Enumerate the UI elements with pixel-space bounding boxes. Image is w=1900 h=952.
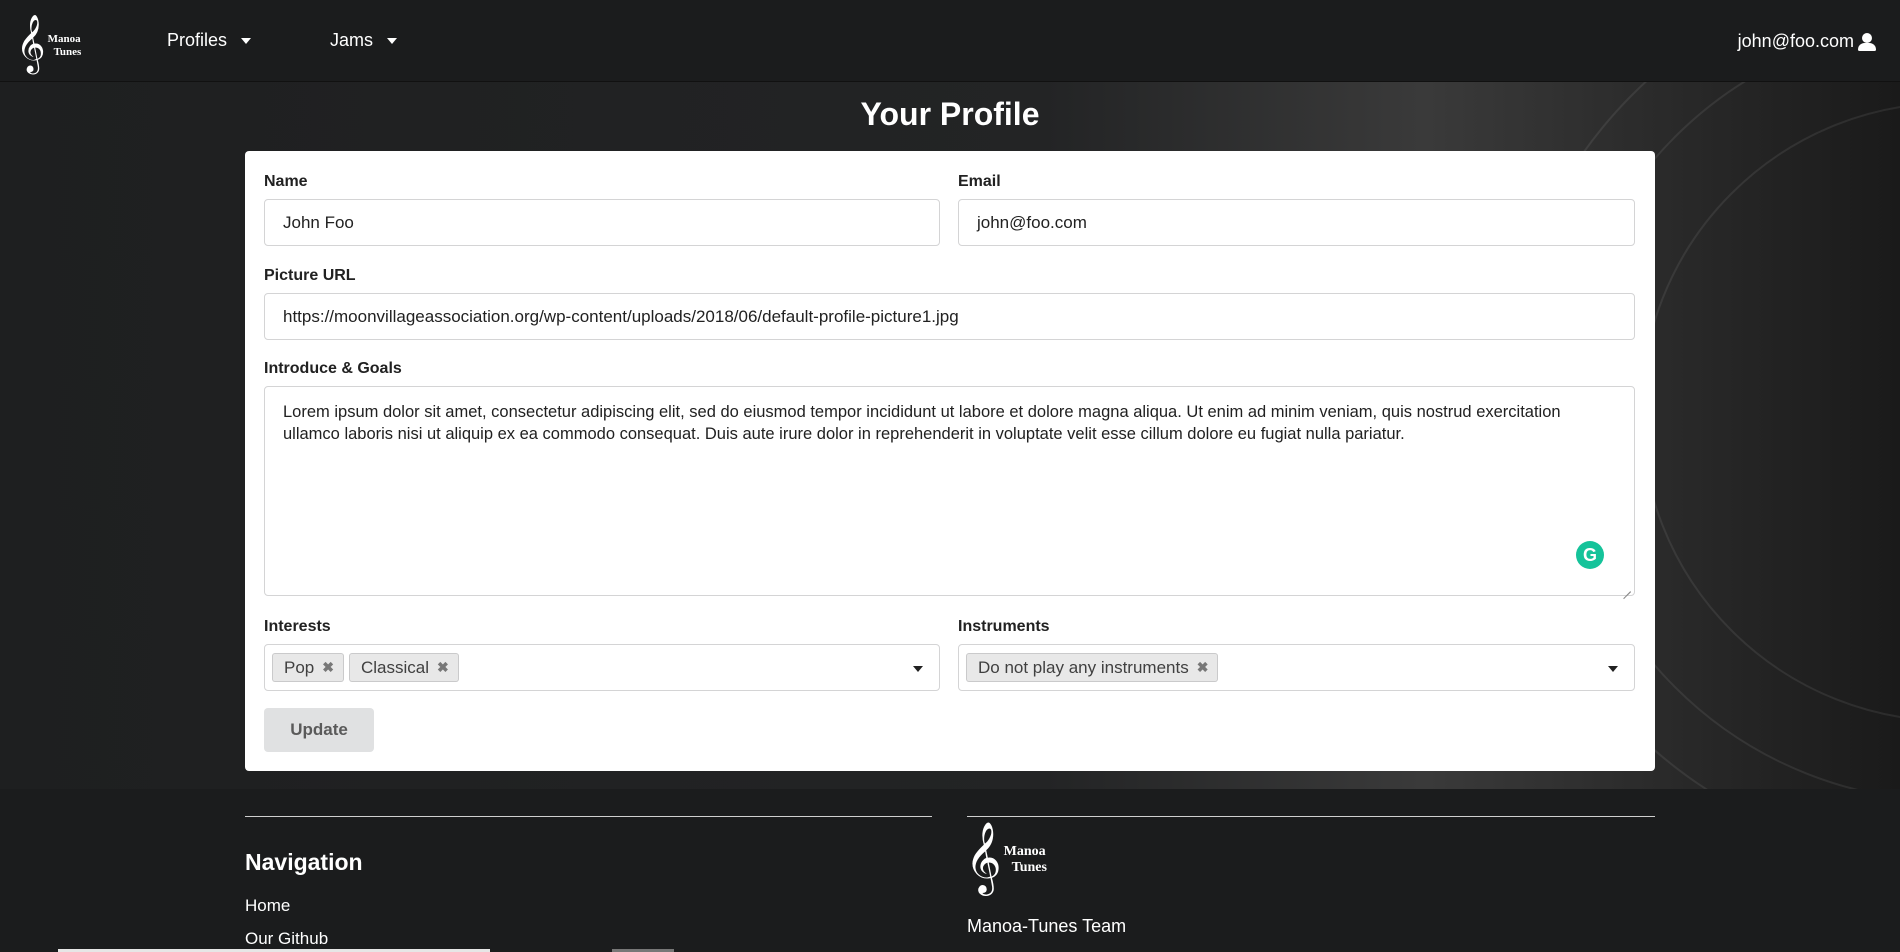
resize-handle-icon[interactable] bbox=[1622, 583, 1632, 593]
email-input[interactable]: john@foo.com bbox=[958, 199, 1635, 246]
interest-chip-pop[interactable]: Pop ✖ bbox=[272, 653, 344, 682]
picture-url-input[interactable]: https://moonvillageassociation.org/wp-co… bbox=[264, 293, 1635, 340]
profile-form-card: Name John Foo Email john@foo.com Picture… bbox=[245, 151, 1655, 771]
caret-down-icon[interactable] bbox=[913, 666, 923, 672]
caret-down-icon bbox=[241, 37, 252, 44]
instruments-label: Instruments bbox=[958, 618, 1050, 635]
footer-logo-text: Manoa Tunes bbox=[1003, 844, 1047, 875]
remove-chip-icon[interactable]: ✖ bbox=[1197, 659, 1209, 676]
interests-multiselect[interactable]: Pop ✖ Classical ✖ bbox=[264, 644, 940, 691]
treble-clef-logo-icon: 𝄞 bbox=[965, 820, 1002, 893]
user-menu[interactable]: john@foo.com bbox=[1738, 31, 1876, 52]
picture-url-label: Picture URL bbox=[264, 267, 356, 284]
user-email: john@foo.com bbox=[1737, 31, 1854, 51]
footer-divider bbox=[245, 816, 932, 817]
grammarly-icon[interactable]: G bbox=[1576, 541, 1604, 569]
footer-team-name: Manoa-Tunes Team bbox=[967, 916, 1127, 936]
footer-navigation-heading: Navigation bbox=[245, 849, 363, 875]
remove-chip-icon[interactable]: ✖ bbox=[437, 659, 449, 676]
footer-link-home[interactable]: Home bbox=[245, 896, 290, 916]
name-label: Name bbox=[264, 173, 308, 190]
introduce-goals-label: Introduce & Goals bbox=[264, 360, 402, 377]
instruments-multiselect[interactable]: Do not play any instruments ✖ bbox=[958, 644, 1635, 691]
instrument-chip-none[interactable]: Do not play any instruments ✖ bbox=[966, 653, 1219, 682]
email-label: Email bbox=[958, 173, 1001, 190]
introduce-goals-textarea[interactable]: Lorem ipsum dolor sit amet, consectetur … bbox=[264, 386, 1635, 596]
footer-link-github[interactable]: Our Github bbox=[245, 929, 328, 949]
footer-divider bbox=[967, 816, 1655, 817]
app-logo[interactable]: 𝄞 Manoa Tunes bbox=[16, 14, 92, 72]
treble-clef-logo-icon: 𝄞 bbox=[16, 14, 46, 72]
caret-down-icon[interactable] bbox=[1608, 666, 1618, 672]
nav-jams-label: Jams bbox=[330, 30, 374, 50]
interests-label: Interests bbox=[264, 618, 331, 635]
nav-jams-dropdown[interactable]: Jams bbox=[330, 30, 398, 51]
nav-profiles-dropdown[interactable]: Profiles bbox=[167, 30, 252, 51]
remove-chip-icon[interactable]: ✖ bbox=[322, 659, 334, 676]
user-icon bbox=[1858, 32, 1876, 51]
footer-logo: 𝄞 Manoa Tunes bbox=[965, 826, 1047, 888]
page-title: Your Profile bbox=[860, 96, 1040, 132]
caret-down-icon bbox=[387, 37, 398, 44]
interest-chip-classical[interactable]: Classical ✖ bbox=[348, 653, 459, 682]
nav-profiles-label: Profiles bbox=[167, 30, 228, 50]
name-input[interactable]: John Foo bbox=[264, 199, 940, 246]
top-navbar: 𝄞 Manoa Tunes Profiles Jams john@foo.com bbox=[0, 0, 1900, 82]
update-button[interactable]: Update bbox=[264, 708, 374, 752]
logo-text: Manoa Tunes bbox=[47, 33, 82, 58]
